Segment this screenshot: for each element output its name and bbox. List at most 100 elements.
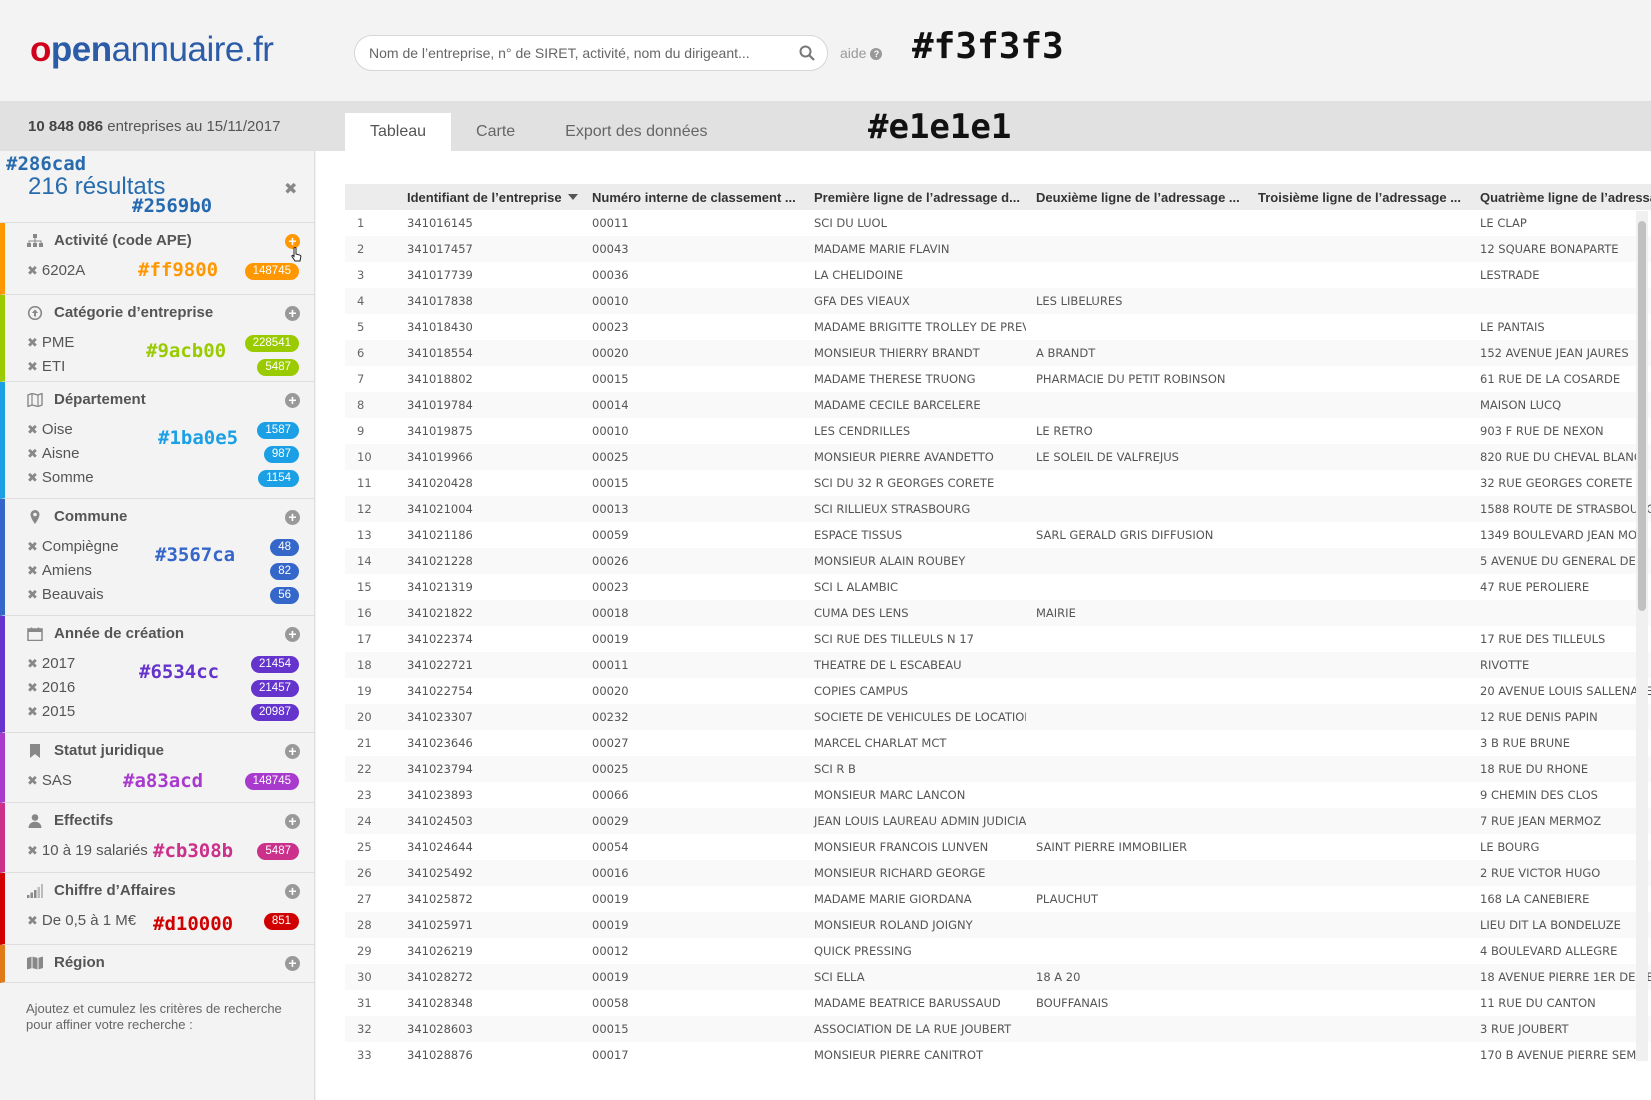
remove-icon[interactable]: ✖ [27,680,38,695]
column-header-numero[interactable]: Numéro interne de classement ... [582,184,804,210]
table-row[interactable]: 7 341018802 00015 MADAME THERESE TRUONG PHAR… [345,366,1651,392]
table-cell [1248,1016,1470,1042]
table-row[interactable]: 24 341024503 00029 JEAN LOUIS LAUREAU ADMIN… [345,808,1651,834]
table-row[interactable]: 14 341021228 00026 MONSIEUR ALAIN ROUBEY 5 A… [345,548,1651,574]
facet-color-annotation: #3567ca [155,544,236,566]
table-row[interactable]: 15 341021319 00023 SCI L ALAMBIC 47 RUE PERO… [345,574,1651,600]
add-filter-icon[interactable]: + [285,306,300,321]
remove-icon[interactable]: ✖ [27,422,38,437]
remove-icon[interactable]: ✖ [27,843,38,858]
table-cell: 00023 [592,320,629,334]
table-row[interactable]: 3 341017739 00036 LA CHELIDOINE LESTRADE [345,262,1651,288]
table-row[interactable]: 27 341025872 00019 MADAME MARIE GIORDANA PLA… [345,886,1651,912]
tab-tableau[interactable]: Tableau [345,113,452,151]
table-cell [1026,392,1248,418]
remove-icon[interactable]: ✖ [27,913,38,928]
facet-title[interactable]: Effectifs + [5,803,314,839]
table-row[interactable]: 6 341018554 00020 MONSIEUR THIERRY BRANDT A … [345,340,1651,366]
table-row[interactable]: 10 341019966 00025 MONSIEUR PIERRE AVANDETT… [345,444,1651,470]
add-filter-icon[interactable]: + [285,744,300,759]
add-filter-icon[interactable]: + [285,956,300,971]
clear-results-icon[interactable]: ✖ [284,179,297,199]
table-row[interactable]: 8 341019784 00014 MADAME CECILE BARCELERE MA… [345,392,1651,418]
column-header-adresse-4[interactable]: Quatrième ligne de l’adressa [1470,184,1651,210]
filter-item[interactable]: ✖ 2015 20987 [5,700,314,724]
column-header-identifiant[interactable]: Identifiant de l’entreprise [397,184,582,210]
table-row[interactable]: 11 341020428 00015 SCI DU 32 R GEORGES CORE… [345,470,1651,496]
filter-item[interactable]: ✖ Beauvais 56 [5,583,314,607]
sort-desc-icon[interactable] [567,193,578,200]
tab-export[interactable]: Export des données [540,113,732,151]
remove-icon[interactable]: ✖ [27,656,38,671]
facet-title[interactable]: Année de création + [5,616,314,652]
table-cell [1248,730,1470,756]
add-filter-icon[interactable]: + [285,627,300,642]
table-row[interactable]: 9 341019875 00010 LES CENDRILLES LE RETRO 903… [345,418,1651,444]
remove-icon[interactable]: ✖ [27,587,38,602]
remove-icon[interactable]: ✖ [27,470,38,485]
remove-icon[interactable]: ✖ [27,335,38,350]
scrollbar-thumb[interactable] [1638,221,1646,611]
table-cell: MADAME THERESE TRUONG [814,372,976,386]
table-cell: GFA DES VIEAUX [804,288,1026,314]
table-row[interactable]: 2 341017457 00043 MADAME MARIE FLAVIN 12 SQU… [345,236,1651,262]
table-row[interactable]: 4 341017838 00010 GFA DES VIEAUX LES LIBELUR… [345,288,1651,314]
column-header-adresse-2[interactable]: Deuxième ligne de l’adressage ... [1026,184,1248,210]
add-filter-icon[interactable]: + [285,884,300,899]
help-link[interactable]: aide? [840,45,883,61]
table-row[interactable]: 22 341023794 00025 SCI R B 18 RUE DU RHONE [345,756,1651,782]
remove-icon[interactable]: ✖ [27,563,38,578]
table-row[interactable]: 13 341021186 00059 ESPACE TISSUS SARL GERALD… [345,522,1651,548]
table-row[interactable]: 28 341025971 00019 MONSIEUR ROLAND JOIGNY LI… [345,912,1651,938]
table-row[interactable]: 12 341021004 00013 SCI RILLIEUX STRASBOURG 1… [345,496,1651,522]
filter-item[interactable]: ✖ Somme 1154 [5,466,314,490]
table-row[interactable]: 19 341022754 00020 COPIES CAMPUS 20 AVENUE L… [345,678,1651,704]
facet-title[interactable]: Région + [5,945,314,981]
company-count: 10 848 086 entreprises au 15/11/2017 [28,118,281,135]
column-header-adresse-3[interactable]: Troisième ligne de l’adressage ... [1248,184,1470,210]
facet-title[interactable]: Chiffre d’Affaires + [5,873,314,909]
facet-title[interactable]: Commune + [5,499,314,535]
facet-title[interactable]: Statut juridique + [5,733,314,769]
remove-icon[interactable]: ✖ [27,704,38,719]
remove-icon[interactable]: ✖ [27,446,38,461]
search-input[interactable] [369,36,789,70]
table-cell: BOUFFANAIS [1036,996,1109,1010]
table-row[interactable]: 32 341028603 00015 ASSOCIATION DE LA RUE JO… [345,1016,1651,1042]
table-row[interactable]: 29 341026219 00012 QUICK PRESSING 4 BOULEVAR… [345,938,1651,964]
filter-sidebar: #286cad 216 résultats #2569b0 ✖ Activité… [0,151,315,1100]
table-row[interactable]: 21 341023646 00027 MARCEL CHARLAT MCT 3 B RU… [345,730,1651,756]
table-row[interactable]: 33 341028876 00017 MONSIEUR PIERRE CANITROT… [345,1042,1651,1064]
add-filter-icon[interactable]: + [285,510,300,525]
remove-icon[interactable]: ✖ [27,263,38,278]
table-row[interactable]: 31 341028348 00058 MADAME BEATRICE BARUSSAU… [345,990,1651,1016]
table-row[interactable]: 30 341028272 00019 SCI ELLA 18 A 20 18 AVENUE… [345,964,1651,990]
table-row[interactable]: 23 341023893 00066 MONSIEUR MARC LANCON 9 CH… [345,782,1651,808]
table-cell [1248,210,1470,236]
search-icon[interactable] [799,45,815,61]
facet-title[interactable]: Activité (code APE) + [5,223,314,259]
site-logo[interactable]: openannuaire.fr [30,30,274,70]
table-row[interactable]: 5 341018430 00023 MADAME BRIGITTE TROLLEY D… [345,314,1651,340]
facet-title[interactable]: Département + [5,382,314,418]
vertical-scrollbar[interactable] [1636,211,1648,1061]
calendar-icon [27,627,43,641]
table-row[interactable]: 16 341021822 00018 CUMA DES LENS MAIRIE [345,600,1651,626]
tab-carte[interactable]: Carte [451,113,540,151]
remove-icon[interactable]: ✖ [27,359,38,374]
add-filter-icon[interactable]: + [285,814,300,829]
table-row[interactable]: 18 341022721 00011 THEATRE DE L ESCABEAU RIV… [345,652,1651,678]
facet-title[interactable]: Catégorie d’entreprise + [5,295,314,331]
table-cell: 00017 [592,1048,629,1062]
remove-icon[interactable]: ✖ [27,773,38,788]
column-header-adresse-1[interactable]: Première ligne de l’adressage d... [804,184,1026,210]
table-row[interactable]: 20 341023307 00232 SOCIETE DE VEHICULES DE … [345,704,1651,730]
table-row[interactable]: 17 341022374 00019 SCI RUE DES TILLEULS N 1… [345,626,1651,652]
add-filter-icon[interactable]: + [285,393,300,408]
table-cell: 341017739 [407,268,473,282]
table-row[interactable]: 1 341016145 00011 SCI DU LUOL LE CLAP [345,210,1651,236]
remove-icon[interactable]: ✖ [27,539,38,554]
table-row[interactable]: 26 341025492 00016 MONSIEUR RICHARD GEORGE 2… [345,860,1651,886]
table-cell: 27 [357,892,372,906]
table-row[interactable]: 25 341024644 00054 MONSIEUR FRANCOIS LUNVEN… [345,834,1651,860]
